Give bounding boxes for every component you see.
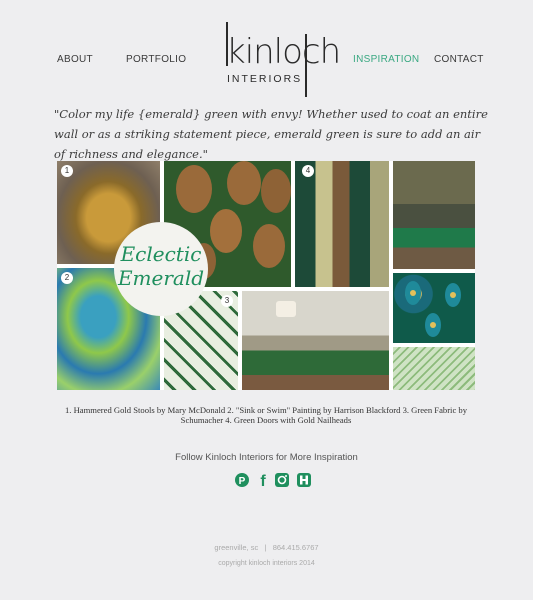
instagram-icon[interactable] — [274, 472, 290, 488]
logo-subtitle: INTERIORS — [227, 73, 303, 85]
facebook-icon[interactable]: f — [255, 472, 271, 490]
follow-text: Follow Kinloch Interiors for More Inspir… — [175, 452, 358, 463]
number-badge: 3 — [221, 295, 233, 307]
logo-bar-right — [305, 34, 307, 97]
footer-contact: greenville, sc | 864.415.6767 — [0, 543, 533, 552]
svg-text:P: P — [239, 476, 246, 487]
number-badge: 2 — [61, 272, 73, 284]
light-green-fabric-image — [393, 347, 475, 390]
nav-inspiration[interactable]: INSPIRATION — [353, 54, 419, 65]
peacock-fabric-image — [393, 273, 475, 343]
nav-contact[interactable]: CONTACT — [434, 54, 484, 65]
number-badge: 4 — [302, 165, 314, 177]
emerald-living-room-image — [393, 161, 475, 269]
badge-line-2: Emerald — [117, 266, 205, 290]
eclectic-emerald-badge: Eclectic Emerald — [114, 222, 208, 316]
nav-portfolio[interactable]: PORTFOLIO — [126, 54, 186, 65]
peacock-pattern — [405, 281, 461, 337]
footer-separator: | — [264, 543, 267, 552]
svg-text:f: f — [260, 473, 266, 488]
logo-wordmark: kinloch — [226, 32, 341, 72]
site-logo[interactable]: kinloch INTERIORS — [222, 16, 341, 97]
green-doors-image: 4 — [295, 161, 389, 287]
intro-quote: "Color my life {emerald} green with envy… — [54, 107, 488, 161]
houzz-icon[interactable] — [296, 472, 312, 488]
footer-copyright: copyright kinloch interiors 2014 — [218, 560, 315, 567]
lamp-shade — [276, 301, 296, 317]
green-sofa-room-image — [242, 291, 389, 390]
number-badge: 1 — [61, 165, 73, 177]
badge-line-1: Eclectic — [120, 242, 202, 266]
pinterest-icon[interactable]: P — [234, 472, 250, 488]
footer-location: greenville, sc — [214, 543, 259, 552]
footer-phone[interactable]: 864.415.6767 — [273, 543, 319, 552]
collage-caption: 1. Hammered Gold Stools by Mary McDonald… — [64, 405, 468, 425]
nav-about[interactable]: ABOUT — [57, 54, 93, 65]
